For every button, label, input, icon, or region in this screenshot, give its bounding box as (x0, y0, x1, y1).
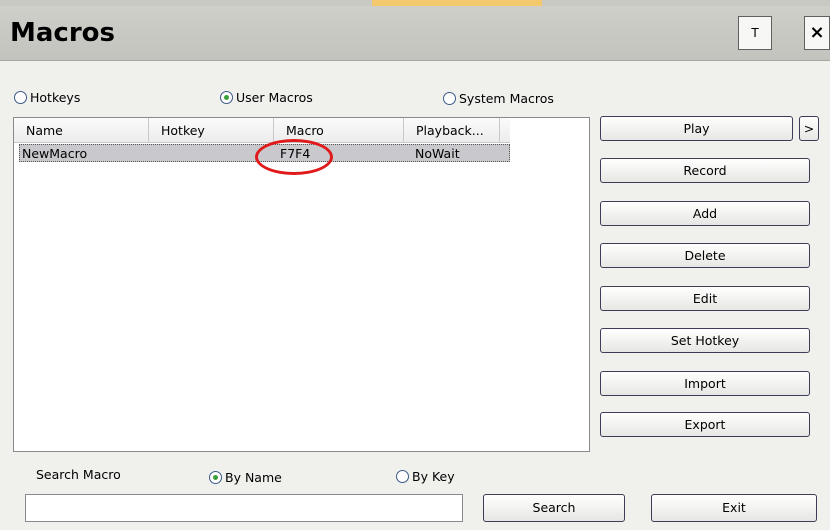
set-hotkey-button[interactable]: Set Hotkey (600, 328, 810, 353)
exit-button[interactable]: Exit (651, 494, 817, 522)
radio-system-macros-circle (443, 91, 456, 105)
edit-button[interactable]: Edit (600, 286, 810, 311)
play-more-button[interactable]: > (799, 116, 819, 141)
radio-by-key-label: By Key (412, 468, 455, 484)
record-button[interactable]: Record (600, 158, 810, 183)
highlight-circle (255, 139, 333, 175)
radio-hotkeys[interactable]: Hotkeys (14, 89, 80, 105)
radio-user-macros-circle (220, 90, 233, 104)
search-macro-label: Search Macro (36, 467, 121, 482)
add-button[interactable]: Add (600, 201, 810, 226)
column-header-name[interactable]: Name (14, 118, 149, 142)
column-header-hotkey[interactable]: Hotkey (149, 118, 274, 142)
radio-hotkeys-label: Hotkeys (30, 89, 81, 105)
close-button[interactable]: × (804, 16, 830, 50)
column-header-playback[interactable]: Playback... (404, 118, 500, 142)
radio-system-macros[interactable]: System Macros (443, 90, 554, 106)
cell-name: NewMacro (22, 146, 88, 161)
window-title: Macros (10, 18, 115, 48)
delete-button[interactable]: Delete (600, 243, 810, 268)
radio-by-name-circle (209, 470, 222, 484)
radio-user-macros-label: User Macros (236, 89, 313, 105)
search-input[interactable] (25, 494, 463, 522)
radio-by-name[interactable]: By Name (209, 469, 282, 485)
import-button[interactable]: Import (600, 371, 810, 396)
pin-button[interactable]: T (738, 16, 772, 50)
radio-by-key-circle (396, 469, 409, 483)
radio-by-key[interactable]: By Key (396, 468, 455, 484)
cell-playback: NoWait (415, 146, 460, 161)
radio-hotkeys-circle (14, 90, 27, 104)
radio-by-name-label: By Name (225, 469, 282, 485)
radio-system-macros-label: System Macros (459, 90, 554, 106)
title-bar: Macros T × (0, 6, 830, 61)
search-button[interactable]: Search (483, 494, 625, 522)
export-button[interactable]: Export (600, 412, 810, 437)
list-header: Name Hotkey Macro Playback... (14, 118, 510, 143)
radio-user-macros[interactable]: User Macros (220, 89, 313, 105)
play-button[interactable]: Play (600, 116, 793, 141)
